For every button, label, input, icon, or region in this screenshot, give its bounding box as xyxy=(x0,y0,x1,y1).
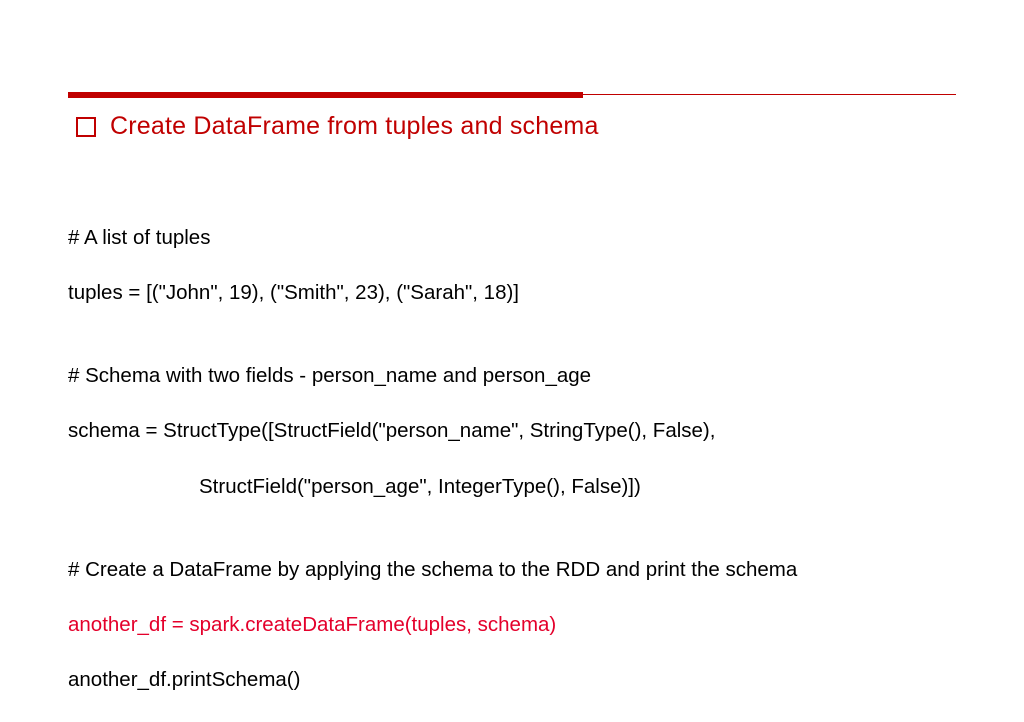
code-line: tuples = [("John", 19), ("Smith", 23), (… xyxy=(68,279,956,307)
code-block: # A list of tuples tuples = [("John", 19… xyxy=(68,196,956,722)
slide-heading: Create DataFrame from tuples and schema xyxy=(110,112,599,141)
header-rule xyxy=(68,92,956,98)
square-bullet-icon xyxy=(76,117,96,137)
code-line: # Create a DataFrame by applying the sch… xyxy=(68,556,956,584)
code-line: schema = StructType([StructField("person… xyxy=(68,417,956,445)
header-rule-thick xyxy=(68,92,583,98)
code-line: # Schema with two fields - person_name a… xyxy=(68,362,956,390)
header-rule-thin xyxy=(583,94,956,95)
heading-row: Create DataFrame from tuples and schema xyxy=(76,112,599,141)
code-line: # A list of tuples xyxy=(68,224,956,252)
code-line: another_df.printSchema() xyxy=(68,666,956,694)
code-line: StructField("person_age", IntegerType(),… xyxy=(68,473,956,501)
code-line-highlight: another_df = spark.createDataFrame(tuple… xyxy=(68,611,956,639)
